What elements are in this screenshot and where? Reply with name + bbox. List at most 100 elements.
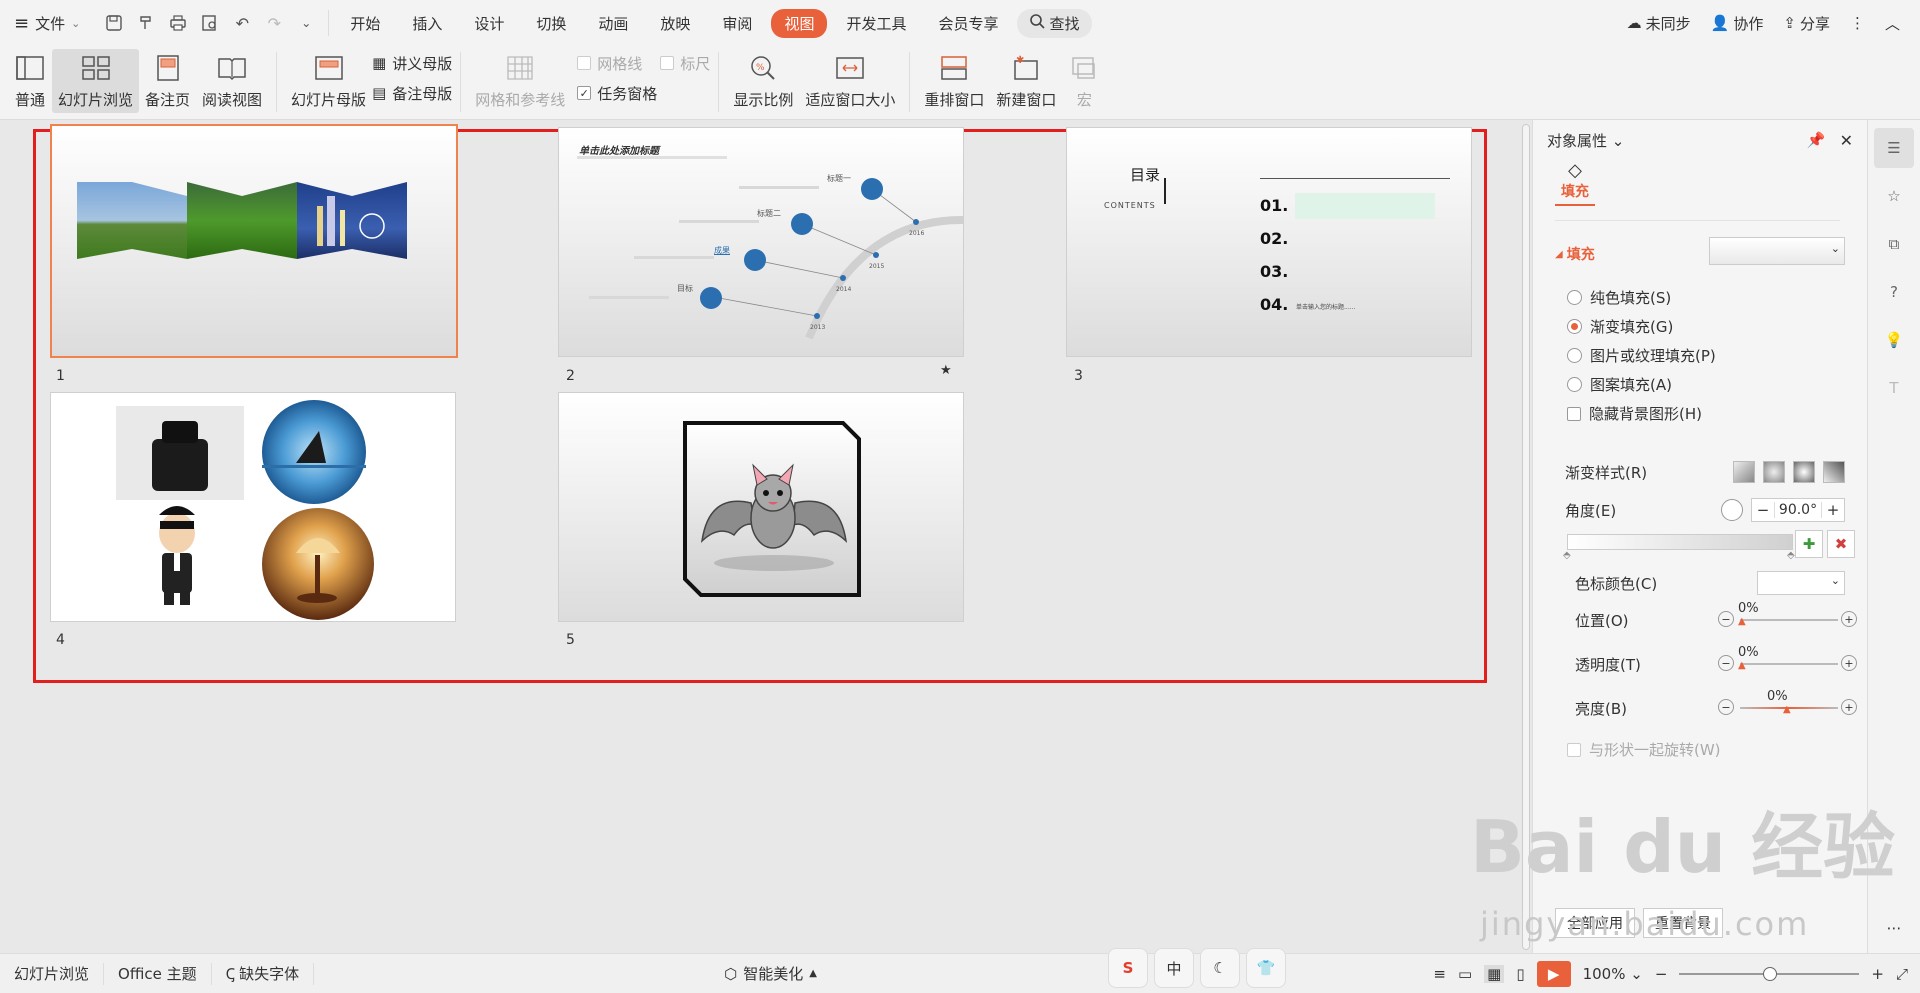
add-stop-icon[interactable]: ✚: [1795, 530, 1823, 558]
arrange-windows-button[interactable]: 重排窗口: [918, 49, 990, 113]
properties-icon[interactable]: ☰: [1874, 128, 1914, 168]
solid-fill-option[interactable]: 纯色填充(S): [1567, 287, 1671, 308]
animation-icon[interactable]: ☆: [1874, 176, 1914, 216]
brightness-slider-thumb[interactable]: ▲: [1783, 704, 1791, 715]
skin-icon[interactable]: 👕: [1246, 948, 1286, 988]
fit-window-button[interactable]: 适应窗口大小: [799, 49, 901, 113]
tab-home[interactable]: 开始: [337, 9, 393, 38]
file-menu[interactable]: ≡ 文件 ⌄: [0, 7, 94, 39]
play-slideshow-button[interactable]: ▶: [1536, 960, 1571, 987]
missing-font-button[interactable]: Ꞔ 缺失字体: [212, 962, 315, 985]
slide-thumbnail-4[interactable]: [50, 392, 456, 622]
collab-button[interactable]: 👤 协作: [1711, 13, 1764, 34]
tips-icon[interactable]: 💡: [1874, 320, 1914, 360]
path-gradient-icon[interactable]: [1823, 461, 1845, 483]
hide-background-checkbox[interactable]: 隐藏背景图形(H): [1567, 403, 1702, 424]
brightness-decrement-button[interactable]: −: [1718, 699, 1734, 715]
zoom-in-icon[interactable]: +: [1871, 965, 1884, 983]
tab-animations[interactable]: 动画: [585, 9, 641, 38]
customize-qa-icon[interactable]: ⌄: [296, 13, 316, 33]
new-window-button[interactable]: ✱ 新建窗口: [990, 49, 1062, 113]
zoom-button[interactable]: % 显示比例: [727, 49, 799, 113]
normal-view-button[interactable]: 普通: [8, 49, 52, 113]
slide-master-button[interactable]: 幻灯片母版: [285, 49, 372, 113]
tab-view[interactable]: 视图: [771, 8, 828, 38]
slide-thumbnail-5[interactable]: [558, 392, 964, 622]
gradient-stop-right[interactable]: ⬘: [1787, 550, 1795, 561]
brightness-increment-button[interactable]: +: [1841, 699, 1857, 715]
reading-view-button[interactable]: 阅读视图: [196, 49, 268, 113]
notes-toggle-icon[interactable]: ≡: [1433, 965, 1446, 983]
pin-icon[interactable]: 📌: [1807, 131, 1826, 150]
tab-review[interactable]: 审阅: [709, 9, 765, 38]
tab-member[interactable]: 会员专享: [925, 9, 1011, 38]
slide-sorter-status-icon[interactable]: ▦: [1484, 964, 1505, 983]
gradient-stop-bar[interactable]: [1567, 534, 1793, 550]
close-icon[interactable]: ✕: [1840, 131, 1853, 150]
reading-view-status-icon[interactable]: ▯: [1516, 965, 1524, 983]
undo-icon[interactable]: ↶: [232, 13, 252, 33]
angle-increment-button[interactable]: +: [1822, 501, 1844, 519]
position-slider[interactable]: [1740, 619, 1838, 621]
task-pane-checkbox[interactable]: ✓ 任务窗格: [577, 82, 710, 104]
print-icon[interactable]: [168, 13, 188, 33]
sync-button[interactable]: ☁ 未同步: [1627, 13, 1691, 34]
slide-thumbnail-1[interactable]: [50, 124, 458, 358]
zoom-slider-thumb[interactable]: [1763, 966, 1778, 981]
slide-thumbnail-2[interactable]: 单击此处添加标题 标题一 标题二 成果 目标 2016 2015 2014 20…: [558, 127, 964, 357]
gradient-fill-option[interactable]: 渐变填充(G): [1567, 316, 1673, 337]
tab-slideshow[interactable]: 放映: [647, 9, 703, 38]
fit-slide-icon[interactable]: ⤢: [1896, 965, 1908, 983]
fill-section-header[interactable]: ◢ 填充: [1555, 244, 1595, 264]
tab-insert[interactable]: 插入: [399, 9, 455, 38]
redo-icon[interactable]: ↷: [264, 13, 284, 33]
save-icon[interactable]: [104, 13, 124, 33]
slide-layout-icon[interactable]: ⧉: [1874, 224, 1914, 264]
gridlines-checkbox[interactable]: 网格线: [577, 52, 642, 74]
stop-color-dropdown[interactable]: ⌄: [1757, 571, 1845, 595]
notes-master-button[interactable]: ▤ 备注母版: [372, 82, 452, 104]
transparency-slider[interactable]: [1740, 663, 1838, 665]
beautify-button[interactable]: ⬡ 智能美化 ▲: [724, 963, 817, 984]
status-theme[interactable]: Office 主题: [104, 962, 212, 985]
format-painter-icon[interactable]: [136, 13, 156, 33]
position-slider-thumb[interactable]: ▲: [1738, 616, 1746, 627]
position-increment-button[interactable]: +: [1841, 611, 1857, 627]
radial-gradient-icon[interactable]: [1763, 461, 1785, 483]
handout-master-button[interactable]: ▦ 讲义母版: [372, 52, 452, 74]
rect-gradient-icon[interactable]: [1793, 461, 1815, 483]
pattern-fill-option[interactable]: 图案填充(A): [1567, 374, 1672, 395]
rotate-with-shape-checkbox[interactable]: 与形状一起旋转(W): [1567, 739, 1721, 760]
tab-design[interactable]: 设计: [461, 9, 517, 38]
zoom-level[interactable]: 100% ⌄: [1583, 965, 1643, 983]
macro-button[interactable]: 宏: [1062, 49, 1106, 113]
slide-thumbnail-3[interactable]: 目录 CONTENTS 01. 02. 03. 04. 单击输入您的标题....…: [1066, 127, 1472, 357]
zoom-slider[interactable]: [1679, 966, 1860, 981]
print-preview-icon[interactable]: [200, 13, 220, 33]
zoom-out-icon[interactable]: −: [1655, 965, 1668, 983]
fill-tab[interactable]: ◇ 填充: [1555, 160, 1595, 206]
help-icon[interactable]: ?: [1874, 272, 1914, 312]
normal-view-status-icon[interactable]: ▭: [1458, 965, 1472, 983]
angle-dial-icon[interactable]: [1721, 499, 1743, 521]
angle-decrement-button[interactable]: −: [1752, 501, 1774, 519]
linear-gradient-icon[interactable]: [1733, 461, 1755, 483]
angle-value[interactable]: 90.0°: [1774, 502, 1822, 518]
slide-sorter-button[interactable]: 幻灯片浏览: [52, 49, 140, 113]
more-tools-icon[interactable]: ⋯: [1868, 919, 1920, 937]
transparency-decrement-button[interactable]: −: [1718, 655, 1734, 671]
grid-guides-button[interactable]: 网格和参考线: [469, 49, 571, 113]
search-button[interactable]: 查找: [1017, 8, 1092, 38]
angle-stepper[interactable]: − 90.0° +: [1751, 498, 1845, 522]
transparency-increment-button[interactable]: +: [1841, 655, 1857, 671]
tab-developer[interactable]: 开发工具: [833, 9, 919, 38]
fill-color-dropdown[interactable]: ⌄: [1709, 237, 1845, 265]
transparency-slider-thumb[interactable]: ▲: [1738, 660, 1746, 671]
notes-page-button[interactable]: 备注页: [139, 49, 196, 113]
moon-icon[interactable]: ☾: [1200, 948, 1240, 988]
delete-stop-icon[interactable]: ✖: [1827, 530, 1855, 558]
collapse-ribbon-icon[interactable]: ︿: [1885, 13, 1900, 34]
sogou-icon[interactable]: S: [1108, 948, 1148, 988]
text-icon[interactable]: T: [1874, 368, 1914, 408]
ruler-checkbox[interactable]: 标尺: [660, 52, 710, 74]
